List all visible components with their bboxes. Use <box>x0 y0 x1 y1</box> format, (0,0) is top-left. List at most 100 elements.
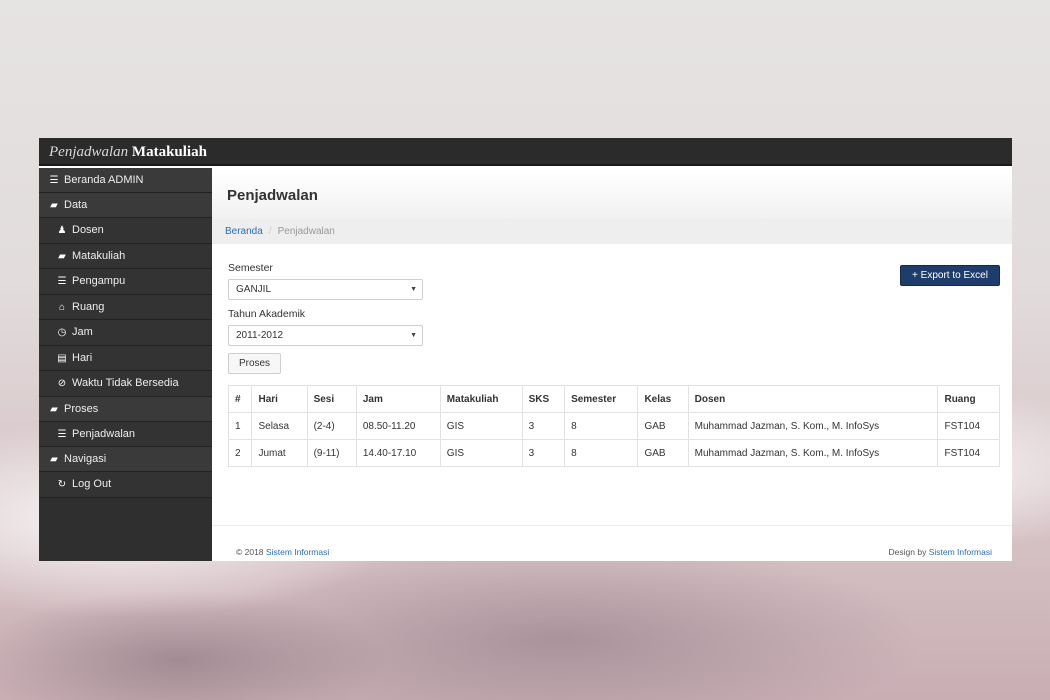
column-header: Dosen <box>687 385 939 413</box>
home-icon: ⌂ <box>58 301 66 313</box>
table-cell: FST104 <box>937 412 1000 440</box>
table-cell: 3 <box>521 439 566 467</box>
column-header: Jam <box>355 385 441 413</box>
table-cell: 8 <box>564 412 639 440</box>
book-icon: ▰ <box>50 403 58 415</box>
sidebar-item-label: Jam <box>72 326 93 338</box>
sidebar-item-label: Penjadwalan <box>72 427 135 440</box>
semester-label: Semester <box>228 262 273 274</box>
breadcrumb-separator: / <box>268 226 272 237</box>
table-cell: Jumat <box>251 439 308 467</box>
calendar-icon: ▤ <box>57 352 67 364</box>
navbar-brand[interactable]: Penjadwalan Matakuliah <box>39 138 1012 166</box>
sidebar-item-label: Pengampu <box>72 275 126 287</box>
list-icon: ☰ <box>57 428 67 440</box>
table-cell: FST104 <box>937 439 1000 467</box>
column-header: Semester <box>564 385 639 413</box>
export-excel-label: Export to Excel <box>920 270 988 281</box>
sidebar-item-data[interactable]: ▰ Data <box>39 193 212 218</box>
book-icon: ▰ <box>50 200 58 211</box>
table-cell: 14.40-17.10 <box>355 439 441 467</box>
book-icon: ▰ <box>50 454 58 465</box>
table-cell: Selasa <box>251 412 308 440</box>
breadcrumb-home-link[interactable]: Beranda <box>225 226 263 237</box>
schedule-table: # Hari Sesi Jam Matakuliah SKS Semester Kelas Do… <box>227 385 1000 467</box>
tahun-akademik-select[interactable]: 2011-2012 ▼ <box>228 325 423 346</box>
semester-select-value: GANJIL <box>236 284 272 295</box>
brand-bold: Matakuliah <box>131 144 207 160</box>
check-circle-icon: ⊘ <box>57 378 67 389</box>
plus-icon: + <box>912 270 918 281</box>
table-cell: 3 <box>521 412 566 440</box>
sidebar-item-log-out[interactable]: ↻ Log Out <box>39 472 212 498</box>
main-content: Penjadwalan Beranda / Penjadwalan Semester… <box>212 168 1012 561</box>
table-cell: GAB <box>637 412 689 440</box>
sidebar-item-label: Data <box>64 199 88 211</box>
column-header: Sesi <box>306 385 357 413</box>
sidebar-item-proses[interactable]: ▰ Proses <box>39 396 212 422</box>
sidebar-item-label: Navigasi <box>64 453 107 465</box>
sidebar-item-matakuliah[interactable]: ▰ Matakuliah <box>39 243 212 269</box>
sidebar-item-navigasi[interactable]: ▰ Navigasi <box>39 447 212 472</box>
export-excel-button[interactable]: + Export to Excel <box>900 265 1000 286</box>
table-row: 2 Jumat (9-11) 14.40-17.10 GIS 3 8 GAB Muhammad … <box>227 439 1000 467</box>
table-cell: 08.50-11.20 <box>355 412 441 440</box>
breadcrumb-current: Penjadwalan <box>277 226 335 237</box>
footer: © 2018 Sistem Informasi Design by Sistem… <box>212 525 1012 561</box>
table-cell: 8 <box>564 439 639 467</box>
refresh-icon: ↻ <box>57 479 67 490</box>
sidebar-item-label: Hari <box>72 351 93 364</box>
proses-button[interactable]: Proses <box>228 353 281 374</box>
table-cell: GIS <box>439 439 523 467</box>
column-header: Ruang <box>937 385 1000 413</box>
footer-left-link[interactable]: Sistem Informasi <box>266 547 329 557</box>
footer-design-by: Design by <box>888 547 927 557</box>
user-icon: ♟ <box>57 225 67 236</box>
chevron-down-icon: ▼ <box>410 286 417 293</box>
brand-light: Penjadwalan <box>49 144 129 160</box>
table-cell: Muhammad Jazman, S. Kom., M. InfoSys <box>687 439 939 467</box>
column-header: SKS <box>521 385 566 413</box>
breadcrumb: Beranda / Penjadwalan <box>212 219 1012 244</box>
book-icon: ▰ <box>58 250 66 262</box>
sidebar-item-jam[interactable]: ◷ Jam <box>39 320 212 346</box>
sidebar-item-label: Ruang <box>72 300 105 313</box>
footer-right-link[interactable]: Sistem Informasi <box>929 547 992 557</box>
footer-copyright: © 2018 <box>236 547 264 557</box>
page-header: Penjadwalan <box>212 171 1012 220</box>
table-cell: Muhammad Jazman, S. Kom., M. InfoSys <box>687 412 939 440</box>
table-cell: (2-4) <box>306 412 357 440</box>
list-icon: ☰ <box>57 276 67 287</box>
sidebar: ☰ Beranda ADMIN ▰ Data ♟ Dosen ▰ Matakuliah ☰ Pen… <box>39 168 212 561</box>
sidebar-item-label: Matakuliah <box>72 249 126 262</box>
app-window: Penjadwalan Matakuliah ☰ Beranda ADMIN ▰ Da… <box>39 138 1012 561</box>
table-cell: 1 <box>227 412 253 440</box>
sidebar-item-beranda-admin[interactable]: ☰ Beranda ADMIN <box>39 168 212 193</box>
page-title: Penjadwalan <box>227 187 318 204</box>
column-header: Kelas <box>637 385 689 413</box>
sidebar-item-label: Waktu Tidak Bersedia <box>72 377 179 389</box>
clock-icon: ◷ <box>57 327 67 338</box>
table-cell: 2 <box>227 439 253 467</box>
tahun-akademik-select-value: 2011-2012 <box>236 330 284 341</box>
sidebar-item-label: Proses <box>64 402 99 415</box>
table-row: 1 Selasa (2-4) 08.50-11.20 GIS 3 8 GAB Muhammad … <box>227 412 1000 440</box>
column-header: Matakuliah <box>439 385 523 413</box>
semester-select[interactable]: GANJIL ▼ <box>228 279 423 300</box>
sidebar-item-hari[interactable]: ▤ Hari <box>39 345 212 371</box>
sidebar-item-label: Dosen <box>72 224 104 236</box>
sidebar-item-waktu-tidak-bersedia[interactable]: ⊘ Waktu Tidak Bersedia <box>39 371 212 397</box>
sidebar-item-penjadwalan[interactable]: ☰ Penjadwalan <box>39 421 212 447</box>
table-cell: GIS <box>439 412 523 440</box>
table-header-row: # Hari Sesi Jam Matakuliah SKS Semester Kelas Do… <box>227 385 1000 413</box>
sidebar-item-ruang[interactable]: ⌂ Ruang <box>39 294 212 320</box>
table-cell: GAB <box>637 439 689 467</box>
sidebar-item-pengampu[interactable]: ☰ Pengampu <box>39 269 212 295</box>
column-header: Hari <box>251 385 308 413</box>
column-header: # <box>227 385 253 413</box>
table-cell: (9-11) <box>306 439 357 467</box>
sidebar-item-dosen[interactable]: ♟ Dosen <box>39 218 212 244</box>
list-icon: ☰ <box>49 175 59 186</box>
sidebar-item-label: Log Out <box>72 478 112 490</box>
tahun-akademik-label: Tahun Akademik <box>228 308 306 320</box>
